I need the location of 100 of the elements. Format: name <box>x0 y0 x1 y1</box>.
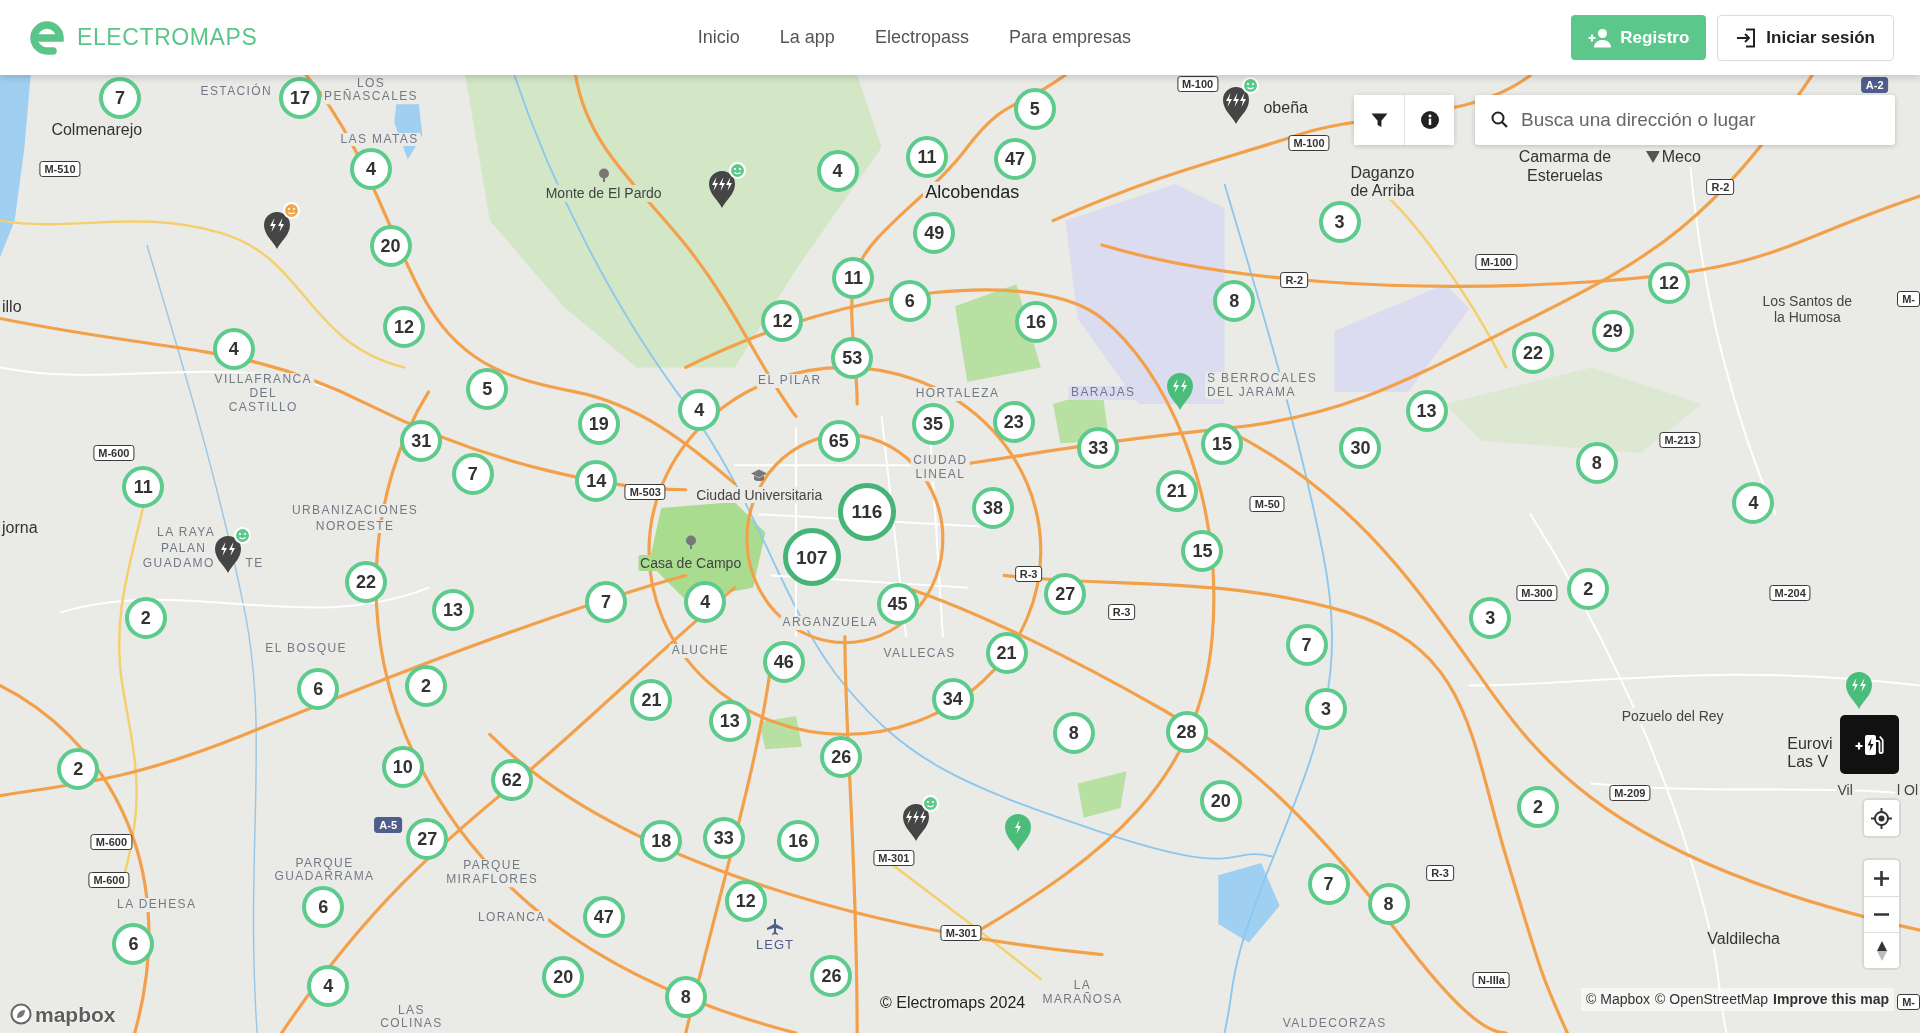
cluster-marker[interactable]: 7 <box>99 77 141 119</box>
cluster-marker[interactable]: 8 <box>1052 712 1095 755</box>
cluster-marker[interactable]: 3 <box>1318 200 1361 243</box>
charger-pin-icon[interactable] <box>1221 85 1250 124</box>
charger-pin-icon[interactable] <box>708 170 737 209</box>
cluster-marker[interactable]: 4 <box>307 964 350 1007</box>
cluster-marker[interactable]: 21 <box>1155 470 1198 512</box>
cluster-marker[interactable]: 21 <box>985 631 1028 674</box>
cluster-marker[interactable]: 18 <box>640 820 683 863</box>
cluster-marker[interactable]: 38 <box>972 487 1015 530</box>
cluster-marker[interactable]: 4 <box>678 389 721 432</box>
place-label: jorna <box>0 518 40 537</box>
login-button[interactable]: Iniciar sesión <box>1717 14 1894 61</box>
charger-pin-icon[interactable] <box>213 535 242 574</box>
cluster-marker[interactable]: 8 <box>1213 280 1256 323</box>
cluster-marker[interactable]: 7 <box>1307 863 1350 906</box>
cluster-marker[interactable]: 8 <box>1367 882 1410 925</box>
cluster-marker[interactable]: 107 <box>782 528 841 587</box>
cluster-marker[interactable]: 3 <box>1305 687 1348 730</box>
cluster-marker[interactable]: 15 <box>1201 423 1244 466</box>
cluster-marker[interactable]: 7 <box>1285 624 1328 667</box>
cluster-marker[interactable]: 47 <box>582 896 625 939</box>
cluster-marker[interactable]: 13 <box>1405 390 1448 433</box>
cluster-marker[interactable]: 8 <box>664 975 707 1018</box>
cluster-marker[interactable]: 27 <box>1044 572 1087 615</box>
cluster-marker[interactable]: 4 <box>212 327 255 370</box>
search-field[interactable]: Busca una dirección o lugar <box>1475 95 1895 145</box>
cluster-marker[interactable]: 28 <box>1165 711 1208 754</box>
cluster-marker[interactable]: 2 <box>1516 785 1559 828</box>
cluster-marker[interactable]: 35 <box>912 402 955 445</box>
cluster-marker[interactable]: 12 <box>761 299 804 342</box>
cluster-marker[interactable]: 7 <box>451 452 494 495</box>
cluster-marker[interactable]: 2 <box>405 664 448 707</box>
cluster-marker[interactable]: 31 <box>400 419 443 462</box>
cluster-marker[interactable]: 27 <box>406 817 449 860</box>
cluster-marker[interactable]: 6 <box>888 280 931 323</box>
cluster-marker[interactable]: 34 <box>931 678 974 721</box>
cluster-marker[interactable]: 13 <box>708 700 751 743</box>
cluster-marker[interactable]: 4 <box>350 147 392 190</box>
cluster-marker[interactable]: 22 <box>1512 331 1555 374</box>
nav-link[interactable]: Electropass <box>874 24 969 51</box>
cluster-marker[interactable]: 7 <box>585 581 628 624</box>
cluster-marker[interactable]: 26 <box>810 954 853 997</box>
cluster-marker[interactable]: 29 <box>1591 309 1634 352</box>
cluster-marker[interactable]: 5 <box>1013 87 1056 130</box>
cluster-marker[interactable]: 26 <box>820 735 863 778</box>
nav-link[interactable]: Para empresas <box>1008 24 1131 51</box>
cluster-marker[interactable]: 2 <box>124 597 167 640</box>
cluster-marker[interactable]: 12 <box>1647 261 1690 304</box>
cluster-marker[interactable]: 6 <box>297 668 340 711</box>
cluster-marker[interactable]: 15 <box>1181 530 1224 572</box>
compass-button[interactable] <box>1864 932 1899 968</box>
cluster-marker[interactable]: 20 <box>542 956 585 999</box>
cluster-marker[interactable]: 6 <box>302 886 345 929</box>
cluster-marker[interactable]: 53 <box>831 336 874 379</box>
cluster-marker[interactable]: 47 <box>994 138 1037 181</box>
locate-button[interactable] <box>1864 800 1899 836</box>
charger-pin-icon[interactable] <box>901 803 930 842</box>
cluster-marker[interactable]: 6 <box>112 923 155 966</box>
cluster-marker[interactable]: 4 <box>1732 482 1775 525</box>
attribution-link[interactable]: © OpenStreetMap <box>1655 989 1769 1010</box>
cluster-marker[interactable]: 10 <box>381 745 424 788</box>
cluster-marker[interactable]: 11 <box>832 256 875 299</box>
cluster-marker[interactable]: 3 <box>1469 597 1512 640</box>
cluster-marker[interactable]: 49 <box>913 211 956 254</box>
cluster-marker[interactable]: 33 <box>1077 427 1120 470</box>
cluster-marker[interactable]: 46 <box>762 641 805 684</box>
cluster-marker[interactable]: 20 <box>369 225 412 268</box>
nav-link[interactable]: Inicio <box>697 24 740 51</box>
charger-pin-icon[interactable] <box>262 210 291 249</box>
cluster-marker[interactable]: 30 <box>1339 427 1382 470</box>
cluster-marker[interactable]: 20 <box>1199 779 1242 822</box>
cluster-marker[interactable]: 5 <box>466 368 509 411</box>
filter-button[interactable] <box>1354 95 1404 145</box>
cluster-marker[interactable]: 62 <box>490 759 533 801</box>
cluster-marker[interactable]: 116 <box>837 482 896 541</box>
cluster-marker[interactable]: 13 <box>432 588 475 631</box>
cluster-marker[interactable]: 33 <box>702 816 745 859</box>
improve-map-link[interactable]: Improve this map <box>1773 989 1889 1010</box>
cluster-marker[interactable]: 12 <box>383 305 426 348</box>
cluster-marker[interactable]: 21 <box>630 679 673 722</box>
cluster-marker[interactable]: 65 <box>817 419 860 462</box>
place-label: Casa de Campo <box>638 555 744 572</box>
attribution-link[interactable]: © Mapbox <box>1586 989 1651 1010</box>
cluster-marker[interactable]: 2 <box>57 747 100 790</box>
cluster-marker[interactable]: 11 <box>122 466 165 509</box>
cluster-marker[interactable]: 14 <box>575 460 618 503</box>
cluster-marker[interactable]: 23 <box>992 401 1035 444</box>
cluster-marker[interactable]: 16 <box>777 820 820 863</box>
add-charger-button[interactable] <box>1840 715 1899 774</box>
cluster-marker[interactable]: 19 <box>577 402 620 445</box>
info-button[interactable] <box>1404 95 1454 145</box>
cluster-marker[interactable]: 12 <box>724 880 767 923</box>
cluster-marker[interactable]: 17 <box>279 77 321 119</box>
cluster-marker[interactable]: 2 <box>1567 567 1610 610</box>
cluster-marker[interactable]: 45 <box>876 582 919 625</box>
cluster-marker[interactable]: 4 <box>684 581 727 624</box>
cluster-marker[interactable]: 22 <box>345 560 388 603</box>
cluster-marker[interactable]: 11 <box>905 135 948 178</box>
nav-link[interactable]: La app <box>779 24 835 51</box>
